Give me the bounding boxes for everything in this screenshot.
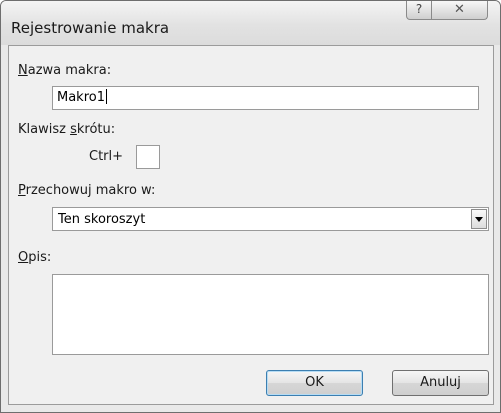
help-icon: ?: [415, 2, 423, 16]
macro-name-label: Nazwa makra:: [18, 63, 112, 78]
dialog-title: Rejestrowanie makra: [11, 19, 170, 37]
description-label: Opis:: [18, 250, 52, 265]
cancel-button[interactable]: Anuluj: [392, 370, 489, 396]
text-caret: [106, 89, 107, 104]
chevron-down-icon[interactable]: [471, 209, 487, 229]
ok-button[interactable]: OK: [266, 370, 363, 396]
shortcut-label: Klawisz skrótu:: [18, 122, 116, 137]
record-macro-dialog: Rejestrowanie makra ? ✕ Nazwa makra: Mak…: [0, 0, 501, 413]
close-button[interactable]: ✕: [432, 1, 488, 20]
store-in-selected-value: Ten skoroszyt: [58, 212, 146, 227]
macro-name-value: Makro1: [57, 90, 105, 105]
dialog-body: Nazwa makra: Makro1 Klawisz skrótu: Ctrl…: [8, 45, 494, 405]
macro-name-input[interactable]: Makro1: [52, 86, 479, 110]
store-in-select[interactable]: Ten skoroszyt: [52, 207, 489, 231]
ctrl-prefix-label: Ctrl+: [89, 149, 124, 164]
store-in-label: Przechowuj makro w:: [18, 183, 156, 198]
description-textarea[interactable]: [52, 274, 489, 355]
title-bar[interactable]: Rejestrowanie makra ? ✕: [1, 1, 500, 45]
shortcut-key-input[interactable]: [136, 145, 160, 169]
help-button[interactable]: ?: [406, 1, 432, 20]
close-icon: ✕: [454, 2, 465, 17]
